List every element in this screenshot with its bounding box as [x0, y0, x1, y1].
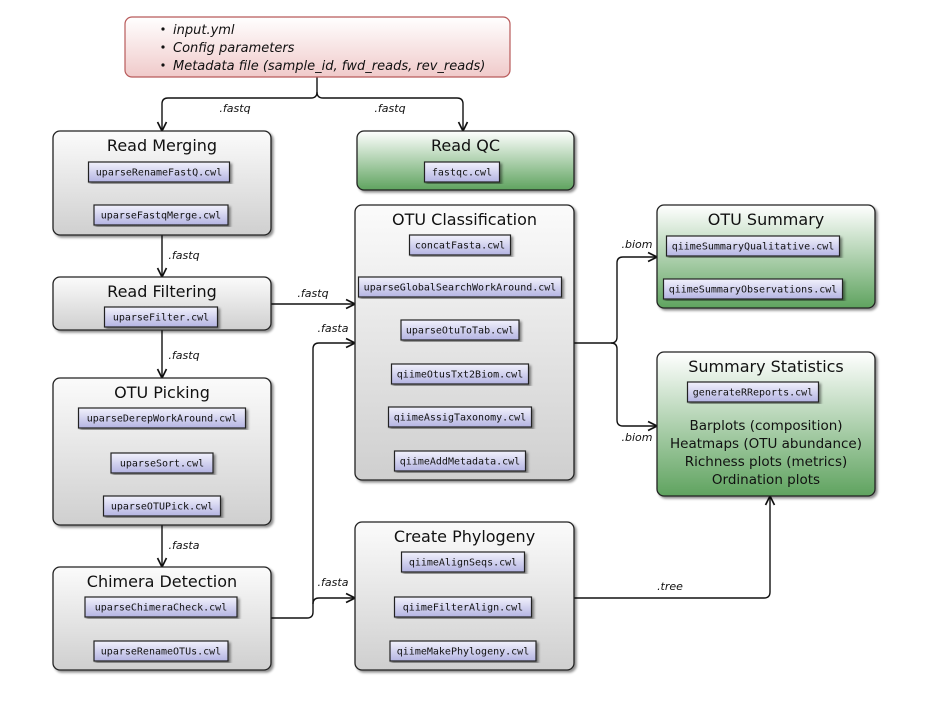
script-name: qiimeSummaryObservations.cwl	[669, 285, 838, 296]
edge-label: .biom	[622, 431, 653, 444]
box-title: Read QC	[431, 136, 500, 155]
script-name: uparseFastqMerge.cwl	[101, 211, 221, 222]
script-name: uparseDerepWorkAround.cwl	[87, 414, 238, 425]
otu-summary-box: OTU Summary qiimeSummaryQualitative.cwl qi…	[656, 204, 876, 309]
input-item: Config parameters	[173, 41, 295, 56]
box-title: OTU Classification	[392, 210, 537, 229]
script-name: qiimeOtusTxt2Biom.cwl	[397, 370, 523, 381]
box-title: Summary Statistics	[688, 357, 844, 376]
edge-label: .tree	[657, 580, 683, 593]
otu-classification-box: OTU Classification concatFasta.cwl uparseG…	[354, 204, 575, 481]
box-title: OTU Summary	[708, 210, 824, 229]
input-item: Metadata file (sample_id, fwd_reads, rev…	[173, 59, 485, 74]
box-title: Read Merging	[107, 136, 217, 155]
script-name: qiimeAlignSeqs.cwl	[409, 558, 517, 569]
edge-label: .fastq	[168, 349, 199, 362]
box-title: OTU Picking	[114, 383, 210, 402]
script-name: qiimeFilterAlign.cwl	[403, 603, 523, 614]
output-item: Ordination plots	[712, 472, 820, 488]
script-name: qiimeSummaryQualitative.cwl	[672, 242, 835, 253]
edge-label: .fastq	[168, 249, 199, 262]
script-name: uparseOTUPick.cwl	[111, 502, 213, 513]
script-name: uparseGlobalSearchWorkAround.cwl	[364, 283, 557, 294]
edge-label: .fasta	[169, 539, 200, 552]
script-name: qiimeMakePhylogeny.cwl	[397, 647, 529, 658]
output-item: Barplots (composition)	[689, 418, 842, 434]
edge-chimera-to-phylogeny	[312, 598, 355, 605]
script-name: uparseSort.cwl	[120, 459, 204, 470]
edge-label: .biom	[622, 238, 653, 251]
chimera-detection-box: Chimera Detection uparseChimeraCheck.cwl u…	[52, 566, 272, 671]
box-title: Read Filtering	[107, 282, 217, 301]
edge-label: .fastq	[374, 102, 405, 115]
bullet-icon	[161, 63, 165, 67]
input-item: input.yml	[173, 23, 235, 38]
read-filtering-box: Read Filtering uparseFilter.cwl	[52, 276, 272, 331]
script-name: uparseChimeraCheck.cwl	[95, 603, 227, 614]
box-title: Chimera Detection	[87, 572, 237, 591]
summary-statistics-box: Summary Statistics generateRReports.cwl Ba…	[656, 351, 876, 497]
create-phylogeny-box: Create Phylogeny qiimeAlignSeqs.cwl qiimeF…	[354, 521, 575, 671]
script-name: uparseRenameOTUs.cwl	[101, 647, 221, 658]
script-name: qiimeAddMetadata.cwl	[400, 457, 520, 468]
workflow-diagram: .fastq .fastq .fastq .fastq .fasta .fastq .fas…	[52, 16, 876, 671]
edge-label: .fastq	[297, 287, 328, 300]
script-name: fastqc.cwl	[432, 168, 492, 179]
edge-label: .fasta	[318, 322, 349, 335]
edge-classification-to-stats	[610, 342, 657, 426]
script-name: uparseOtuToTab.cwl	[406, 326, 514, 337]
bullet-icon	[161, 27, 165, 31]
output-item: Heatmaps (OTU abundance)	[670, 436, 862, 452]
edge-label: .fastq	[219, 102, 250, 115]
otu-picking-box: OTU Picking uparseDerepWorkAround.cwl upar…	[52, 377, 272, 526]
box-title: Create Phylogeny	[394, 527, 535, 546]
script-name: uparseRenameFastQ.cwl	[96, 168, 222, 179]
bullet-icon	[161, 45, 165, 49]
script-name: qiimeAssigTaxonomy.cwl	[394, 413, 526, 424]
script-name: concatFasta.cwl	[415, 241, 505, 252]
edge-classification-to-summary	[574, 257, 657, 344]
read-merging-box: Read Merging uparseRenameFastQ.cwl uparseF…	[52, 130, 272, 236]
edge-label: .fasta	[318, 576, 349, 589]
output-item: Richness plots (metrics)	[685, 454, 848, 470]
script-name: generateRReports.cwl	[693, 388, 813, 399]
input-box: input.yml Config parameters Metadata file …	[124, 16, 511, 78]
script-name: uparseFilter.cwl	[113, 313, 209, 324]
read-qc-box: Read QC fastqc.cwl	[356, 130, 575, 191]
